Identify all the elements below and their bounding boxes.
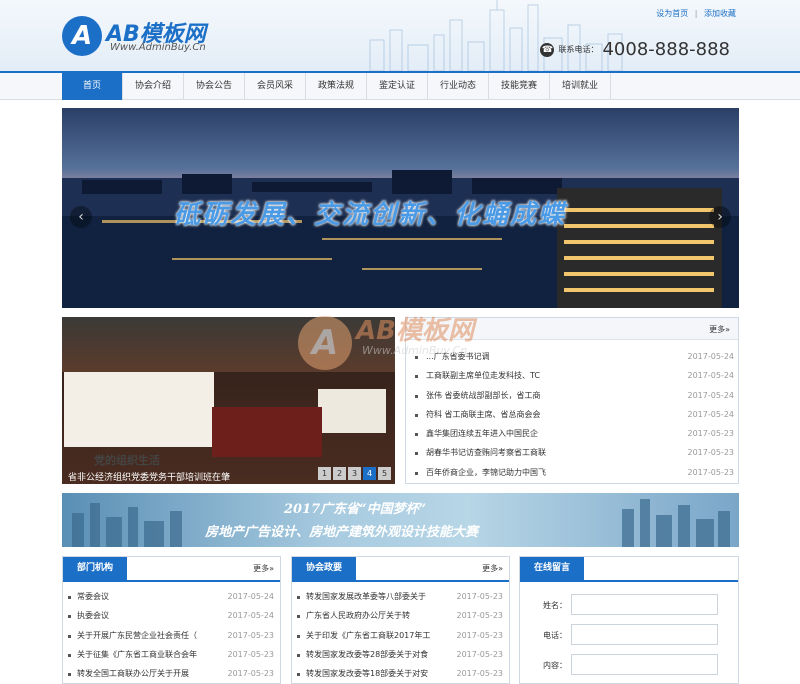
hero-banner[interactable]: 砥砺发展、交流创新、化蛹成蝶 ‹ ›: [62, 108, 739, 308]
news-item[interactable]: 鑫华集团连续五年进入中国民企 2017-05-23: [406, 424, 740, 443]
banner-next-arrow[interactable]: ›: [709, 206, 731, 228]
news-item[interactable]: 符科 省工商联主席、省总商会会 2017-05-24: [406, 405, 740, 424]
ad-title-line2: 房地产广告设计、房地产建筑外观设计技能大赛: [205, 525, 479, 540]
policy-item[interactable]: 转发国家发改委等18部委关于对安 2017-05-23: [292, 664, 509, 683]
ad-title-line1: 2017广东省“中国梦杯”: [284, 502, 427, 517]
slide-page-3[interactable]: 3: [348, 467, 361, 480]
policy-panel: 协会政要 更多» 转发国家发展改革委等八部委关于 2017-05-23 广东省人民…: [291, 556, 510, 684]
dept-title[interactable]: 部门机构: [63, 557, 128, 580]
name-label: 姓名：: [543, 601, 567, 610]
banner-prev-arrow[interactable]: ‹: [70, 206, 92, 228]
nav-item-industry[interactable]: 行业动态: [428, 73, 489, 100]
banner-slogan: 砥砺发展、交流创新、化蛹成蝶: [174, 200, 567, 230]
nav-item-training[interactable]: 培训就业: [550, 73, 611, 100]
phone-icon: ☎: [540, 42, 555, 57]
message-panel: 在线留言 姓名： 电话： 内容：: [519, 556, 739, 684]
nav-item-members[interactable]: 会员风采: [245, 73, 306, 100]
phone-field-label: 电话：: [543, 631, 567, 640]
dept-item[interactable]: 关于征集《广东省工商业联合会年 2017-05-23: [63, 645, 280, 664]
phone-input[interactable]: [571, 624, 718, 645]
nav-item-about[interactable]: 协会介绍: [123, 73, 184, 100]
dept-more-link[interactable]: 更多»: [253, 563, 274, 574]
slide-photo-screen: 党的组织生活: [64, 372, 214, 467]
dept-panel: 部门机构 更多» 常委会议 2017-05-24 执委会议 2017-05-24 关…: [62, 556, 281, 684]
add-favorite-link[interactable]: 添加收藏: [704, 9, 736, 18]
watermark-logo: A AB模板网 Www.AdminBuy.Cn: [298, 306, 508, 396]
dept-item[interactable]: 转发全国工商联办公厅关于开展 2017-05-23: [63, 664, 280, 683]
news-more-link[interactable]: 更多»: [709, 324, 730, 335]
watermark-icon: A: [298, 316, 352, 370]
dept-item[interactable]: 执委会议 2017-05-24: [63, 606, 280, 625]
top-links: 设为首页 | 添加收藏: [652, 8, 736, 19]
news-item[interactable]: 百年侨商企业，李锦记助力中国飞 2017-05-23: [406, 463, 740, 482]
competition-ad-banner[interactable]: 2017广东省“中国梦杯” 房地产广告设计、房地产建筑外观设计技能大赛: [62, 493, 739, 547]
nav-item-notices[interactable]: 协会公告: [184, 73, 245, 100]
news-item[interactable]: 胡春华书记访查贿问考察省工商联 2017-05-23: [406, 443, 740, 462]
slide-page-4[interactable]: 4: [363, 467, 376, 480]
slide-page-2[interactable]: 2: [333, 467, 346, 480]
policy-item[interactable]: 广东省人民政府办公厅关于转 2017-05-23: [292, 606, 509, 625]
link-divider: |: [694, 9, 698, 18]
policy-title-underline: [292, 580, 509, 582]
policy-item[interactable]: 关于印发《广东省工商联2017年工 2017-05-23: [292, 626, 509, 645]
message-title-underline: [520, 580, 738, 582]
content-input[interactable]: [571, 654, 718, 675]
slide-pager: 1 2 3 4 5: [318, 467, 393, 480]
city-skyline-graphic: [369, 0, 623, 71]
set-homepage-link[interactable]: 设为首页: [656, 9, 688, 18]
nav-item-competition[interactable]: 技能竞赛: [489, 73, 550, 100]
nav-item-certification[interactable]: 鉴定认证: [367, 73, 428, 100]
header: A AB模板网 Www.AdminBuy.Cn 设为首页 | 添加收藏 ☎ 联系电…: [0, 0, 800, 71]
watermark-url: Www.AdminBuy.Cn: [362, 344, 468, 357]
slide-photo-stage: [212, 407, 322, 457]
policy-item[interactable]: 转发国家发展改革委等八部委关于 2017-05-23: [292, 587, 509, 606]
slide-caption[interactable]: 省非公经济组织党委党务干部培训班在肇: [68, 470, 230, 483]
dept-title-underline: [63, 580, 280, 582]
contact-phone: ☎ 联系电话： 4008-888-888: [540, 39, 730, 60]
nav-item-policies[interactable]: 政策法规: [306, 73, 367, 100]
phone-label: 联系电话：: [558, 45, 599, 54]
content-label: 内容：: [543, 661, 567, 670]
policy-item[interactable]: 转发国家发改委等28部委关于对食 2017-05-23: [292, 645, 509, 664]
logo-url: Www.AdminBuy.Cn: [110, 42, 206, 53]
dept-item[interactable]: 关于开展广东民营企业社会责任（ 2017-05-23: [63, 626, 280, 645]
dept-item[interactable]: 常委会议 2017-05-24: [63, 587, 280, 606]
policy-title[interactable]: 协会政要: [292, 557, 357, 580]
watermark-name: AB模板网: [356, 316, 474, 346]
main-nav: 首页 协会介绍 协会公告 会员风采 政策法规 鉴定认证 行业动态 技能竞赛 培训…: [0, 71, 800, 100]
logo-icon: A: [62, 16, 102, 56]
message-title[interactable]: 在线留言: [520, 557, 585, 580]
slide-page-1[interactable]: 1: [318, 467, 331, 480]
nav-item-home[interactable]: 首页: [62, 73, 123, 100]
slide-page-5[interactable]: 5: [378, 467, 391, 480]
phone-number: 4008-888-888: [602, 39, 730, 60]
name-input[interactable]: [571, 594, 718, 615]
policy-more-link[interactable]: 更多»: [482, 563, 503, 574]
slide-screen-title: 党的组织生活: [94, 454, 160, 467]
